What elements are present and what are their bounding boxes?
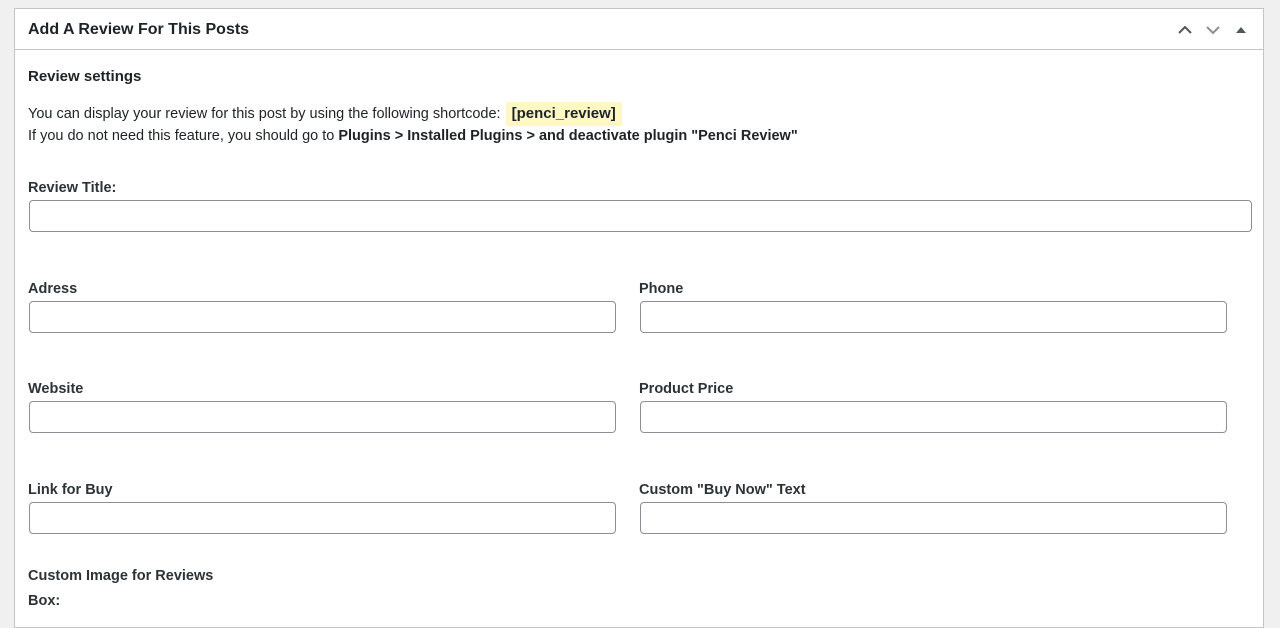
custom-image-label: Custom Image for Reviews xyxy=(28,568,214,584)
phone-label: Phone xyxy=(639,281,684,297)
shortcode-description: You can display your review for this pos… xyxy=(28,102,622,126)
review-title-label: Review Title: xyxy=(28,180,117,196)
custom-image-label-continued: Box: xyxy=(28,593,61,609)
move-up-icon[interactable] xyxy=(1171,17,1199,43)
postbox-header: Add A Review For This Posts xyxy=(15,9,1263,50)
link-for-buy-label: Link for Buy xyxy=(28,482,113,498)
website-label: Website xyxy=(28,381,84,397)
deactivate-instructions-prefix: If you do not need this feature, you sho… xyxy=(28,128,339,144)
deactivate-instructions: If you do not need this feature, you sho… xyxy=(28,128,798,144)
deactivate-instructions-path: Plugins > Installed Plugins > and deacti… xyxy=(338,128,798,144)
product-price-label: Product Price xyxy=(639,381,734,397)
product-price-input[interactable] xyxy=(640,401,1227,433)
phone-input[interactable] xyxy=(640,301,1227,333)
address-input[interactable] xyxy=(29,301,616,333)
address-label: Adress xyxy=(28,281,78,297)
review-settings-heading: Review settings xyxy=(28,68,142,85)
link-for-buy-input[interactable] xyxy=(29,502,616,534)
postbox-title: Add A Review For This Posts xyxy=(28,21,250,38)
buy-now-text-label: Custom "Buy Now" Text xyxy=(639,482,806,498)
toggle-panel-icon[interactable] xyxy=(1227,17,1255,43)
review-postbox: Add A Review For This Posts Review setti… xyxy=(14,8,1264,628)
shortcode-description-text: You can display your review for this pos… xyxy=(28,106,501,122)
shortcode-badge: [penci_review] xyxy=(505,102,622,126)
header-controls xyxy=(1171,17,1255,43)
website-input[interactable] xyxy=(29,401,616,433)
buy-now-text-input[interactable] xyxy=(640,502,1227,534)
move-down-icon[interactable] xyxy=(1199,17,1227,43)
review-title-input[interactable] xyxy=(29,200,1252,232)
